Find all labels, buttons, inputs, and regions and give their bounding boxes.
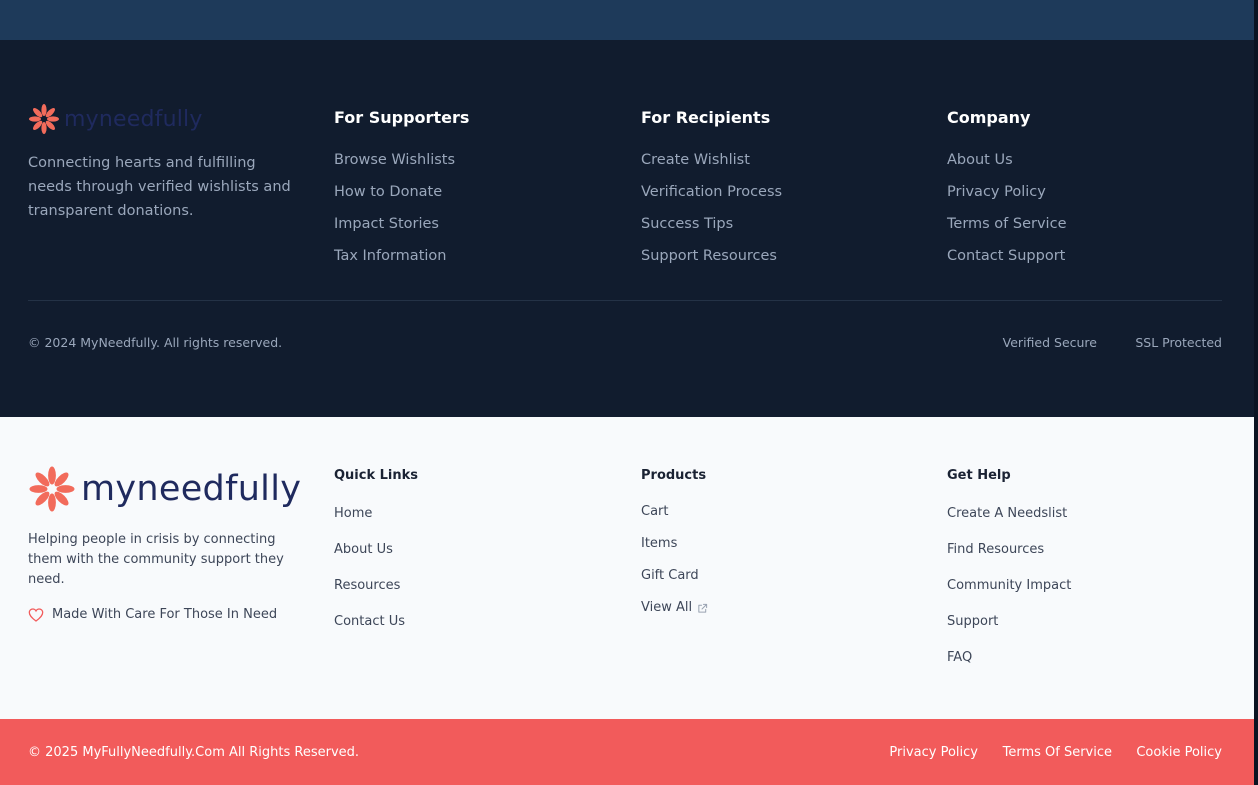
company-column: Company About Us Privacy Policy Terms of… bbox=[947, 108, 1066, 266]
recipients-column: For Recipients Create Wishlist Verificat… bbox=[641, 108, 782, 266]
link-community-impact[interactable]: Community Impact bbox=[947, 578, 1071, 594]
light-footer: myneedfully Helping people in crisis by … bbox=[0, 417, 1254, 719]
link-terms-of-service[interactable]: Terms Of Service bbox=[1003, 745, 1112, 761]
link-terms-of-service[interactable]: Terms of Service bbox=[947, 214, 1066, 234]
link-resources[interactable]: Resources bbox=[334, 578, 418, 594]
verified-secure-badge: Verified Secure bbox=[1002, 335, 1097, 350]
footer-divider bbox=[28, 300, 1222, 301]
logo[interactable]: myneedfully bbox=[28, 465, 301, 513]
logo[interactable]: myneedfully bbox=[28, 103, 203, 135]
copyright-text: © 2025 MyFullyNeedfully.Com All Rights R… bbox=[28, 745, 360, 760]
top-strip bbox=[0, 0, 1254, 40]
column-heading: Products bbox=[641, 468, 707, 483]
link-find-resources[interactable]: Find Resources bbox=[947, 542, 1071, 558]
scrollbar-gutter bbox=[1254, 0, 1258, 785]
column-heading: For Supporters bbox=[334, 108, 470, 127]
get-help-column: Get Help Create A Needslist Find Resourc… bbox=[947, 468, 1071, 666]
link-support-resources[interactable]: Support Resources bbox=[641, 246, 782, 266]
products-column: Products Cart Items Gift Card View All bbox=[641, 468, 708, 616]
ssl-protected-badge: SSL Protected bbox=[1135, 335, 1222, 350]
link-gift-card[interactable]: Gift Card bbox=[641, 568, 708, 584]
brand-description: Helping people in crisis by connecting t… bbox=[28, 532, 284, 587]
link-verification-process[interactable]: Verification Process bbox=[641, 182, 782, 202]
logo-text: myneedfully bbox=[81, 469, 302, 509]
logo-mark-icon bbox=[29, 104, 59, 134]
link-cookie-policy[interactable]: Cookie Policy bbox=[1136, 745, 1222, 761]
link-about-us[interactable]: About Us bbox=[947, 150, 1066, 170]
link-tax-information[interactable]: Tax Information bbox=[334, 246, 469, 266]
view-all-link[interactable]: View All bbox=[641, 600, 708, 616]
supporters-column: For Supporters Browse Wishlists How to D… bbox=[334, 108, 469, 266]
care-tagline: Made With Care For Those In Need bbox=[28, 607, 277, 622]
link-create-wishlist[interactable]: Create Wishlist bbox=[641, 150, 782, 170]
bottom-bar: © 2025 MyFullyNeedfully.Com All Rights R… bbox=[0, 719, 1254, 785]
link-success-tips[interactable]: Success Tips bbox=[641, 214, 782, 234]
brand-description: Connecting hearts and fulfilling needs t… bbox=[28, 155, 291, 219]
link-privacy-policy[interactable]: Privacy Policy bbox=[947, 182, 1066, 202]
link-how-to-donate[interactable]: How to Donate bbox=[334, 182, 469, 202]
link-about-us[interactable]: About Us bbox=[334, 542, 418, 558]
link-privacy-policy[interactable]: Privacy Policy bbox=[889, 745, 978, 761]
link-contact-us[interactable]: Contact Us bbox=[334, 614, 418, 630]
link-cart[interactable]: Cart bbox=[641, 504, 708, 520]
copyright-text: © 2024 MyNeedfully. All rights reserved. bbox=[28, 335, 283, 350]
link-contact-support[interactable]: Contact Support bbox=[947, 246, 1066, 266]
link-items[interactable]: Items bbox=[641, 536, 708, 552]
external-link-icon bbox=[698, 603, 708, 613]
link-support[interactable]: Support bbox=[947, 614, 1071, 630]
dark-footer: myneedfully Connecting hearts and fulfil… bbox=[0, 40, 1258, 417]
logo-mark-icon bbox=[29, 466, 75, 512]
care-text: Made With Care For Those In Need bbox=[52, 607, 278, 622]
heart-icon bbox=[28, 607, 44, 622]
link-browse-wishlists[interactable]: Browse Wishlists bbox=[334, 150, 469, 170]
column-heading: Quick Links bbox=[334, 468, 419, 483]
column-heading: For Recipients bbox=[641, 108, 771, 127]
link-view-all[interactable]: View All bbox=[641, 600, 692, 616]
link-faq[interactable]: FAQ bbox=[947, 650, 1071, 666]
link-home[interactable]: Home bbox=[334, 506, 418, 522]
logo-text: myneedfully bbox=[64, 106, 203, 132]
link-create-a-needslist[interactable]: Create A Needslist bbox=[947, 506, 1071, 522]
quick-links-column: Quick Links Home About Us Resources Cont… bbox=[334, 468, 418, 630]
column-heading: Get Help bbox=[947, 468, 1011, 483]
column-heading: Company bbox=[947, 108, 1031, 127]
link-impact-stories[interactable]: Impact Stories bbox=[334, 214, 469, 234]
